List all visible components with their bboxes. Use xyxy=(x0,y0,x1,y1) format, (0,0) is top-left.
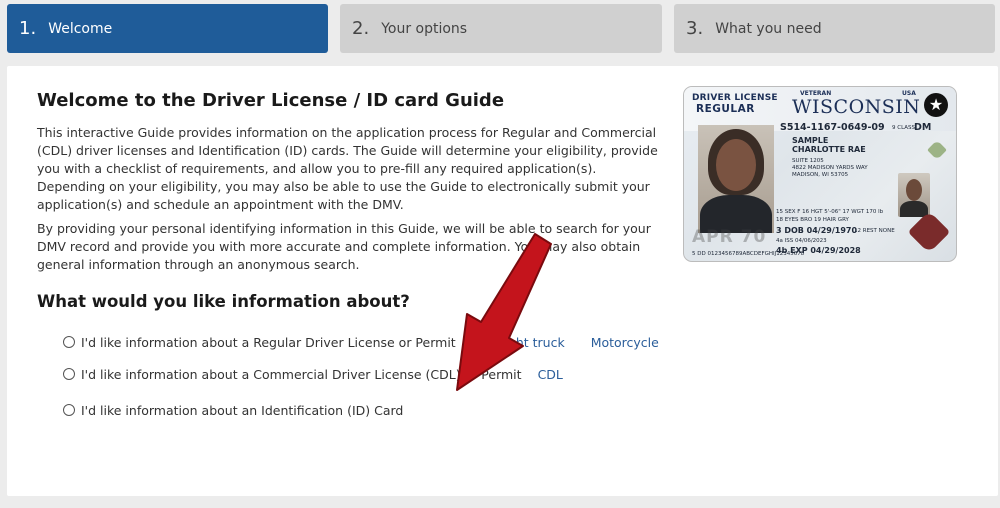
license-state: WISCONSIN xyxy=(792,96,921,118)
step-label: Your options xyxy=(381,20,468,37)
license-dd: 5 DD 0123456789ABCDEFGHIJ12345678 xyxy=(692,251,805,257)
sample-license-image: DRIVER LICENSE REGULAR VETERAN USA WISCO… xyxy=(683,86,957,262)
step-number: 1. xyxy=(19,18,37,39)
license-issued: 4a ISS 04/06/2023 xyxy=(776,238,827,244)
step-your-options[interactable]: 2. Your options xyxy=(340,4,662,53)
leaf-icon xyxy=(927,140,947,160)
license-class-type: REGULAR xyxy=(696,103,755,115)
license-class-value: DM xyxy=(914,122,932,133)
content-card: Welcome to the Driver License / ID card … xyxy=(7,66,998,496)
wizard-steps: 1. Welcome 2. Your options 3. What you n… xyxy=(0,0,1000,56)
option-label: I'd like information about an Identifica… xyxy=(81,402,404,418)
radio-cdl[interactable] xyxy=(63,368,75,380)
license-eyes-hair: 18 EYES BRO 19 HAIR GRY xyxy=(776,217,849,223)
option-regular-license[interactable]: I'd like information about a Regular Dri… xyxy=(63,332,659,352)
radio-regular-license[interactable] xyxy=(63,336,75,348)
license-last-name: SAMPLE xyxy=(792,136,829,145)
question-heading: What would you like information about? xyxy=(37,292,410,311)
privacy-paragraph: By providing your personal identifying i… xyxy=(37,221,651,272)
license-ghost-text: APR 70 xyxy=(692,227,767,247)
radio-id-card[interactable] xyxy=(63,404,75,416)
license-address-3: MADISON, WI 53705 xyxy=(792,172,849,178)
license-class-label: 9 CLASS xyxy=(892,125,916,131)
step-number: 2. xyxy=(352,18,370,39)
license-first-name: CHARLOTTE RAE xyxy=(792,145,866,154)
step-what-you-need[interactable]: 3. What you need xyxy=(674,4,995,53)
option-label: I'd like information about a Regular Dri… xyxy=(81,334,456,350)
license-header: DRIVER LICENSE xyxy=(692,93,778,103)
license-number: S514-1167-0649-09 xyxy=(780,122,885,133)
motorcycle-link[interactable]: Motorcycle xyxy=(591,335,659,350)
intro-paragraph: This interactive Guide provides informat… xyxy=(37,125,658,212)
step-number: 3. xyxy=(686,18,704,39)
maple-leaf-icon xyxy=(907,210,951,254)
step-welcome[interactable]: 1. Welcome xyxy=(7,4,328,53)
license-dob: 3 DOB 04/29/1970 xyxy=(776,226,858,235)
page-title: Welcome to the Driver License / ID card … xyxy=(37,90,505,111)
license-ghost-photo xyxy=(898,173,930,217)
license-photo xyxy=(698,125,774,233)
step-label: Welcome xyxy=(48,20,113,37)
step-label: What you need xyxy=(715,20,822,37)
license-address-1: SUITE 1205 xyxy=(792,158,824,164)
license-sex-height-weight: 15 SEX F 16 HGT 5'-06" 17 WGT 170 lb xyxy=(776,209,884,215)
license-address-2: 4822 MADISON YARDS WAY xyxy=(792,165,868,171)
license-restrictions: 12 REST NONE xyxy=(854,228,895,234)
star-icon: ★ xyxy=(924,93,948,117)
red-arrow-icon xyxy=(456,233,552,391)
option-id-card[interactable]: I'd like information about an Identifica… xyxy=(63,400,403,420)
